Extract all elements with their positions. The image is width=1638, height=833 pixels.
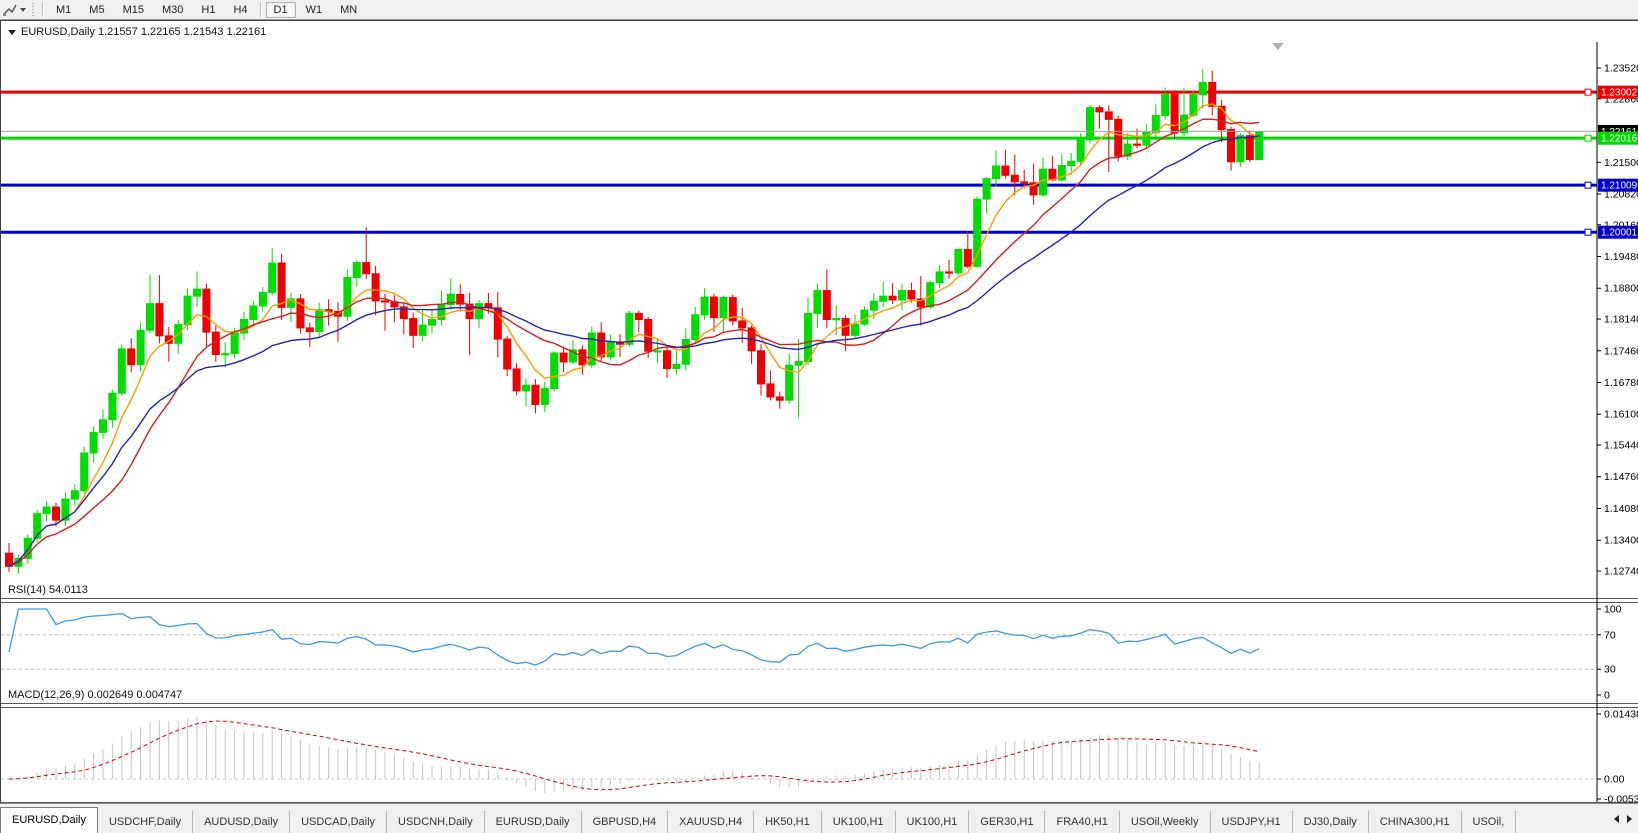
svg-text:100: 100 [1604,604,1622,616]
dropdown-caret-icon[interactable] [20,7,26,12]
toolbar-separator [259,1,262,17]
svg-text:1.16100: 1.16100 [1604,409,1638,421]
chart-tab-usdjpy-h1[interactable]: USDJPY,H1 [1211,811,1293,833]
chart-tab-hk50-h1[interactable]: HK50,H1 [754,811,822,833]
chart-tab-fra40-h1[interactable]: FRA40,H1 [1045,811,1120,833]
svg-text:1.22016: 1.22016 [1601,134,1638,145]
rsi-indicator-label: RSI(14) 54.0113 [8,584,88,596]
chart-tab-bar: EURUSD,Daily USDCHF,Daily AUDUSD,Daily USDC… [0,803,1638,833]
chart-tab-eurusd-daily[interactable]: EURUSD,Daily [0,807,98,833]
svg-text:1.21009: 1.21009 [1601,181,1638,192]
chart-tab-usoil-weekly[interactable]: USOil,Weekly [1120,811,1211,833]
chart-tab-eurusd-daily[interactable]: EURUSD,Daily [485,811,582,833]
chart-tab-usoil-[interactable]: USOil, [1462,811,1517,833]
chart-tab-usdchf-daily[interactable]: USDCHF,Daily [98,811,194,833]
svg-text:0.014384: 0.014384 [1604,708,1638,720]
svg-text:1.16780: 1.16780 [1604,377,1638,389]
chart-title: EURUSD,Daily 1.21557 1.22165 1.21543 1.2… [8,26,266,38]
timeframe-button-d1[interactable]: D1 [265,1,296,18]
timeframe-button-m1[interactable]: M1 [48,2,79,18]
crosshair-cursor-icon[interactable] [2,3,18,17]
timeframe-button-h1[interactable]: H1 [193,2,223,18]
svg-text:1.23002: 1.23002 [1601,88,1638,99]
tab-scroll-left-icon[interactable] [1614,815,1619,823]
svg-text:1.21500: 1.21500 [1604,157,1638,169]
svg-text:70: 70 [1604,629,1616,641]
timeframe-toolbar: M1 M5 M15 M30 H1 H4 D1 W1 MN [0,0,1638,20]
svg-text:1.20001: 1.20001 [1601,228,1638,239]
chart-tab-usdcnh-daily[interactable]: USDCNH,Daily [387,811,485,833]
svg-text:1.18140: 1.18140 [1604,314,1638,326]
svg-text:1.15440: 1.15440 [1604,440,1638,452]
toolbar-separator [42,2,44,17]
svg-text:1.14760: 1.14760 [1604,471,1638,483]
mt4-terminal: M1M5M15M30H1H4D1W1MN 1.235201.228601.215… [0,0,1638,833]
svg-text:1.12740: 1.12740 [1604,566,1638,578]
timeframe-button-w1[interactable]: W1 [298,2,331,18]
tab-scroll-right-icon[interactable] [1627,815,1632,823]
chart-tab-usdcad-daily[interactable]: USDCAD,Daily [290,811,388,833]
chart-tab-xauusd-h4[interactable]: XAUUSD,H4 [668,811,755,833]
timeframe-button-mn[interactable]: MN [332,2,365,18]
chart-tab-uk100-h1[interactable]: UK100,H1 [822,811,896,833]
timeframe-button-h4[interactable]: H4 [225,2,255,18]
chart-tab-china300-h1[interactable]: CHINA300,H1 [1369,811,1462,833]
svg-text:0: 0 [1604,690,1610,702]
toolbar-grip-handle[interactable] [31,3,36,16]
svg-text:1.17460: 1.17460 [1604,345,1638,357]
chart-tab-gbpusd-h4[interactable]: GBPUSD,H4 [582,811,669,833]
tab-scroll-buttons [1608,804,1638,833]
svg-text:1.19480: 1.19480 [1604,251,1638,263]
price-chart-svg[interactable]: 1.235201.228601.215001.208201.201601.194… [1,21,1638,804]
svg-text:1.18800: 1.18800 [1604,283,1638,295]
timeframe-button-m5[interactable]: M5 [81,2,112,18]
chart-tab-ger30-h1[interactable]: GER30,H1 [969,811,1046,833]
chart-title-text: EURUSD,Daily 1.21557 1.22165 1.21543 1.2… [21,26,267,38]
chart-tab-uk100-h1[interactable]: UK100,H1 [896,811,970,833]
svg-text:30: 30 [1604,664,1616,676]
chart-tab-audusd-daily[interactable]: AUDUSD,Daily [193,811,291,833]
timeframe-buttons: M1 M5 M15 M30 H1 H4 D1 W1 MN [47,1,366,18]
svg-text:1.23520: 1.23520 [1604,63,1638,75]
svg-text:1.14080: 1.14080 [1604,503,1638,515]
svg-text:1.13400: 1.13400 [1604,535,1638,547]
chart-window: 1.235201.228601.215001.208201.201601.194… [0,20,1638,804]
chart-tab-dj30-daily[interactable]: DJ30,Daily [1293,811,1369,833]
svg-text:0.00: 0.00 [1604,774,1625,786]
macd-indicator-label: MACD(12,26,9) 0.002649 0.004747 [8,689,183,701]
timeframe-button-m15[interactable]: M15 [115,2,152,18]
collapse-triangle-icon[interactable] [8,29,16,35]
timeframe-button-m30[interactable]: M30 [154,2,191,18]
